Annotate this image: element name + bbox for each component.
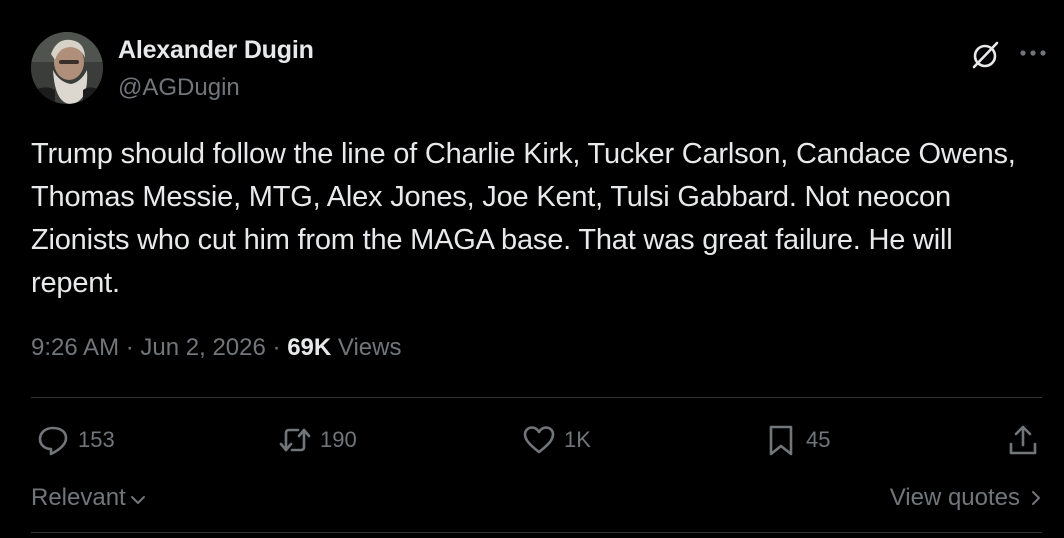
tweet-date[interactable]: Jun 2, 2026 <box>140 334 265 361</box>
heart-icon <box>523 426 555 454</box>
reply-button[interactable]: 153 <box>36 422 115 458</box>
view-quotes-link[interactable]: View quotes <box>890 484 1046 512</box>
chevron-right-icon <box>1032 491 1040 505</box>
repost-count: 190 <box>320 427 357 452</box>
meta-separator: · <box>125 334 134 361</box>
repost-button[interactable]: 190 <box>278 422 357 458</box>
tweet-time[interactable]: 9:26 AM <box>31 334 119 361</box>
tweet-text: Trump should follow the line of Charlie … <box>31 138 1016 299</box>
view-quotes-label: View quotes <box>889 484 1020 511</box>
meta-separator: · <box>272 334 281 361</box>
chevron-down-icon <box>130 496 145 504</box>
sort-replies-dropdown[interactable]: Relevant <box>31 484 148 512</box>
author-display-name[interactable]: Alexander Dugin <box>118 36 314 65</box>
bookmark-icon <box>769 425 793 456</box>
repost-icon <box>279 428 311 452</box>
avatar-image <box>31 32 103 104</box>
share-icon <box>1009 425 1037 455</box>
bookmark-count: 45 <box>806 427 831 452</box>
divider <box>31 532 1042 533</box>
like-button[interactable]: 1K <box>522 422 591 458</box>
views-count: 69K <box>287 334 332 361</box>
more-icon[interactable] <box>1018 40 1048 66</box>
sort-label: Relevant <box>31 484 126 511</box>
share-button[interactable] <box>1006 422 1040 458</box>
divider <box>31 397 1042 398</box>
reply-count: 153 <box>78 427 115 452</box>
views-label: Views <box>337 334 402 361</box>
author-handle[interactable]: @AGDugin <box>118 74 240 102</box>
reply-icon <box>38 426 68 456</box>
avatar[interactable] <box>31 32 103 104</box>
bookmark-button[interactable]: 45 <box>764 422 830 458</box>
grok-icon[interactable] <box>968 38 1002 72</box>
like-count: 1K <box>564 427 591 452</box>
tweet-meta: 9:26 AM · Jun 2, 2026 · 69K Views <box>31 334 401 362</box>
